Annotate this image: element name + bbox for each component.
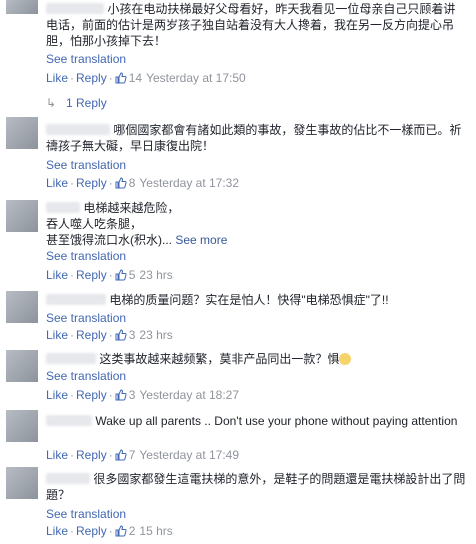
avatar[interactable] — [6, 117, 38, 149]
thumbs-up-icon — [115, 525, 127, 537]
thumbs-up-icon — [115, 389, 127, 401]
comment-actions: Like · Reply · 14 Yesterday at 17:50 — [46, 71, 246, 85]
avatar[interactable] — [6, 350, 38, 382]
comment-text: 哪個國家都會有諸如此類的事故，發生事故的佔比不一樣而已。祈禱孩子無大礙，早日康復… — [46, 123, 462, 153]
like-link[interactable]: Like — [46, 448, 68, 462]
see-translation-link[interactable]: See translation — [46, 158, 126, 172]
reply-arrow-icon: ↳ — [46, 96, 57, 110]
thumbs-up-icon — [115, 72, 127, 84]
commenter-name[interactable] — [46, 353, 96, 364]
timestamp[interactable]: Yesterday at 18:27 — [135, 388, 239, 402]
see-translation-link[interactable]: See translation — [46, 311, 126, 325]
comment-4: 电梯的质量问题？实在是怕人！快得"电梯恐惧症"了!! See translati… — [0, 291, 476, 344]
comment-text: 这类事故越来越频繁，莫非产品同出一款？惧 — [46, 351, 466, 367]
see-translation-link[interactable]: See translation — [46, 369, 126, 383]
thumbs-up-icon — [115, 269, 127, 281]
comment-actions: Like · Reply · 2 15 hrs — [46, 524, 173, 538]
avatar[interactable] — [6, 291, 38, 323]
reply-link[interactable]: Reply — [76, 176, 107, 190]
comment-2: 哪個國家都會有諸如此類的事故，發生事故的佔比不一樣而已。祈禱孩子無大礙，早日康復… — [0, 117, 476, 197]
comment-7: 很多國家都發生這電扶梯的意外，是鞋子的問題還是電扶梯設計出了問題？ See tr… — [0, 467, 476, 544]
comment-3: 电梯越来越危险， 吞人噬人吃条腿， 甚至饿得流口水(积水)... See mor… — [0, 200, 476, 285]
commenter-name[interactable] — [46, 473, 90, 484]
see-translation-link[interactable]: See translation — [46, 249, 126, 263]
avatar[interactable] — [6, 410, 38, 442]
timestamp[interactable]: Yesterday at 17:32 — [135, 176, 239, 190]
timestamp[interactable]: 23 hrs — [135, 268, 172, 282]
like-link[interactable]: Like — [46, 388, 68, 402]
see-translation-link[interactable]: See translation — [46, 507, 126, 521]
like-link[interactable]: Like — [46, 268, 68, 282]
timestamp[interactable]: 15 hrs — [135, 524, 172, 538]
commenter-name[interactable] — [46, 294, 106, 305]
thumbs-up-icon — [115, 329, 127, 341]
reply-link[interactable]: Reply — [76, 328, 107, 342]
comment-1: 小孩在电动扶梯最好父母看好，昨天我看见一位母亲自己只顾着讲电话，前面的估计是两岁… — [0, 0, 476, 110]
comment-text: Wake up all parents .. Don't use your ph… — [46, 413, 466, 429]
scared-face-emoji-icon — [339, 353, 352, 365]
see-more-link[interactable]: See more — [175, 233, 227, 247]
timestamp[interactable]: 23 hrs — [135, 328, 172, 342]
comment-actions: Like · Reply · 5 23 hrs — [46, 268, 173, 282]
like-link[interactable]: Like — [46, 524, 68, 538]
thumbs-up-icon — [115, 449, 127, 461]
reply-link[interactable]: Reply — [76, 71, 107, 85]
commenter-name[interactable] — [46, 3, 104, 14]
avatar[interactable] — [6, 467, 38, 499]
like-count[interactable]: 14 — [127, 71, 142, 85]
like-link[interactable]: Like — [46, 71, 68, 85]
commenter-name[interactable] — [46, 202, 80, 213]
avatar[interactable] — [6, 200, 38, 232]
comment-6: Wake up all parents .. Don't use your ph… — [0, 408, 476, 466]
commenter-name[interactable] — [46, 415, 92, 426]
comment-actions: Like · Reply · 3 23 hrs — [46, 328, 173, 342]
reply-link[interactable]: Reply — [76, 448, 107, 462]
see-translation-link[interactable]: See translation — [46, 52, 126, 66]
comment-actions: Like · Reply · 3 Yesterday at 18:27 — [46, 388, 240, 402]
like-link[interactable]: Like — [46, 176, 68, 190]
comment-text: 电梯越来越危险， 吞人噬人吃条腿， 甚至饿得流口水(积水)... See mor… — [46, 201, 228, 247]
comment-text: 电梯的质量问题？实在是怕人！快得"电梯恐惧症"了!! — [46, 292, 466, 308]
commenter-name[interactable] — [46, 124, 110, 135]
reply-link[interactable]: Reply — [76, 268, 107, 282]
thumbs-up-icon — [115, 177, 127, 189]
timestamp[interactable]: Yesterday at 17:50 — [142, 71, 246, 85]
comment-actions: Like · Reply · 8 Yesterday at 17:32 — [46, 176, 240, 190]
avatar[interactable] — [6, 0, 38, 14]
comment-text: 小孩在电动扶梯最好父母看好，昨天我看见一位母亲自己只顾着讲电话，前面的估计是两岁… — [46, 2, 456, 48]
comment-text: 很多國家都發生這電扶梯的意外，是鞋子的問題還是電扶梯設計出了問題？ — [46, 472, 466, 502]
like-link[interactable]: Like — [46, 328, 68, 342]
timestamp[interactable]: Yesterday at 17:49 — [135, 448, 239, 462]
comment-5: 这类事故越来越频繁，莫非产品同出一款？惧 See translation Lik… — [0, 350, 476, 405]
reply-link[interactable]: Reply — [76, 524, 107, 538]
reply-link[interactable]: Reply — [76, 388, 107, 402]
view-replies-link[interactable]: ↳ 1 Reply — [46, 96, 107, 110]
comment-actions: Like · Reply · 7 Yesterday at 17:49 — [46, 448, 240, 462]
